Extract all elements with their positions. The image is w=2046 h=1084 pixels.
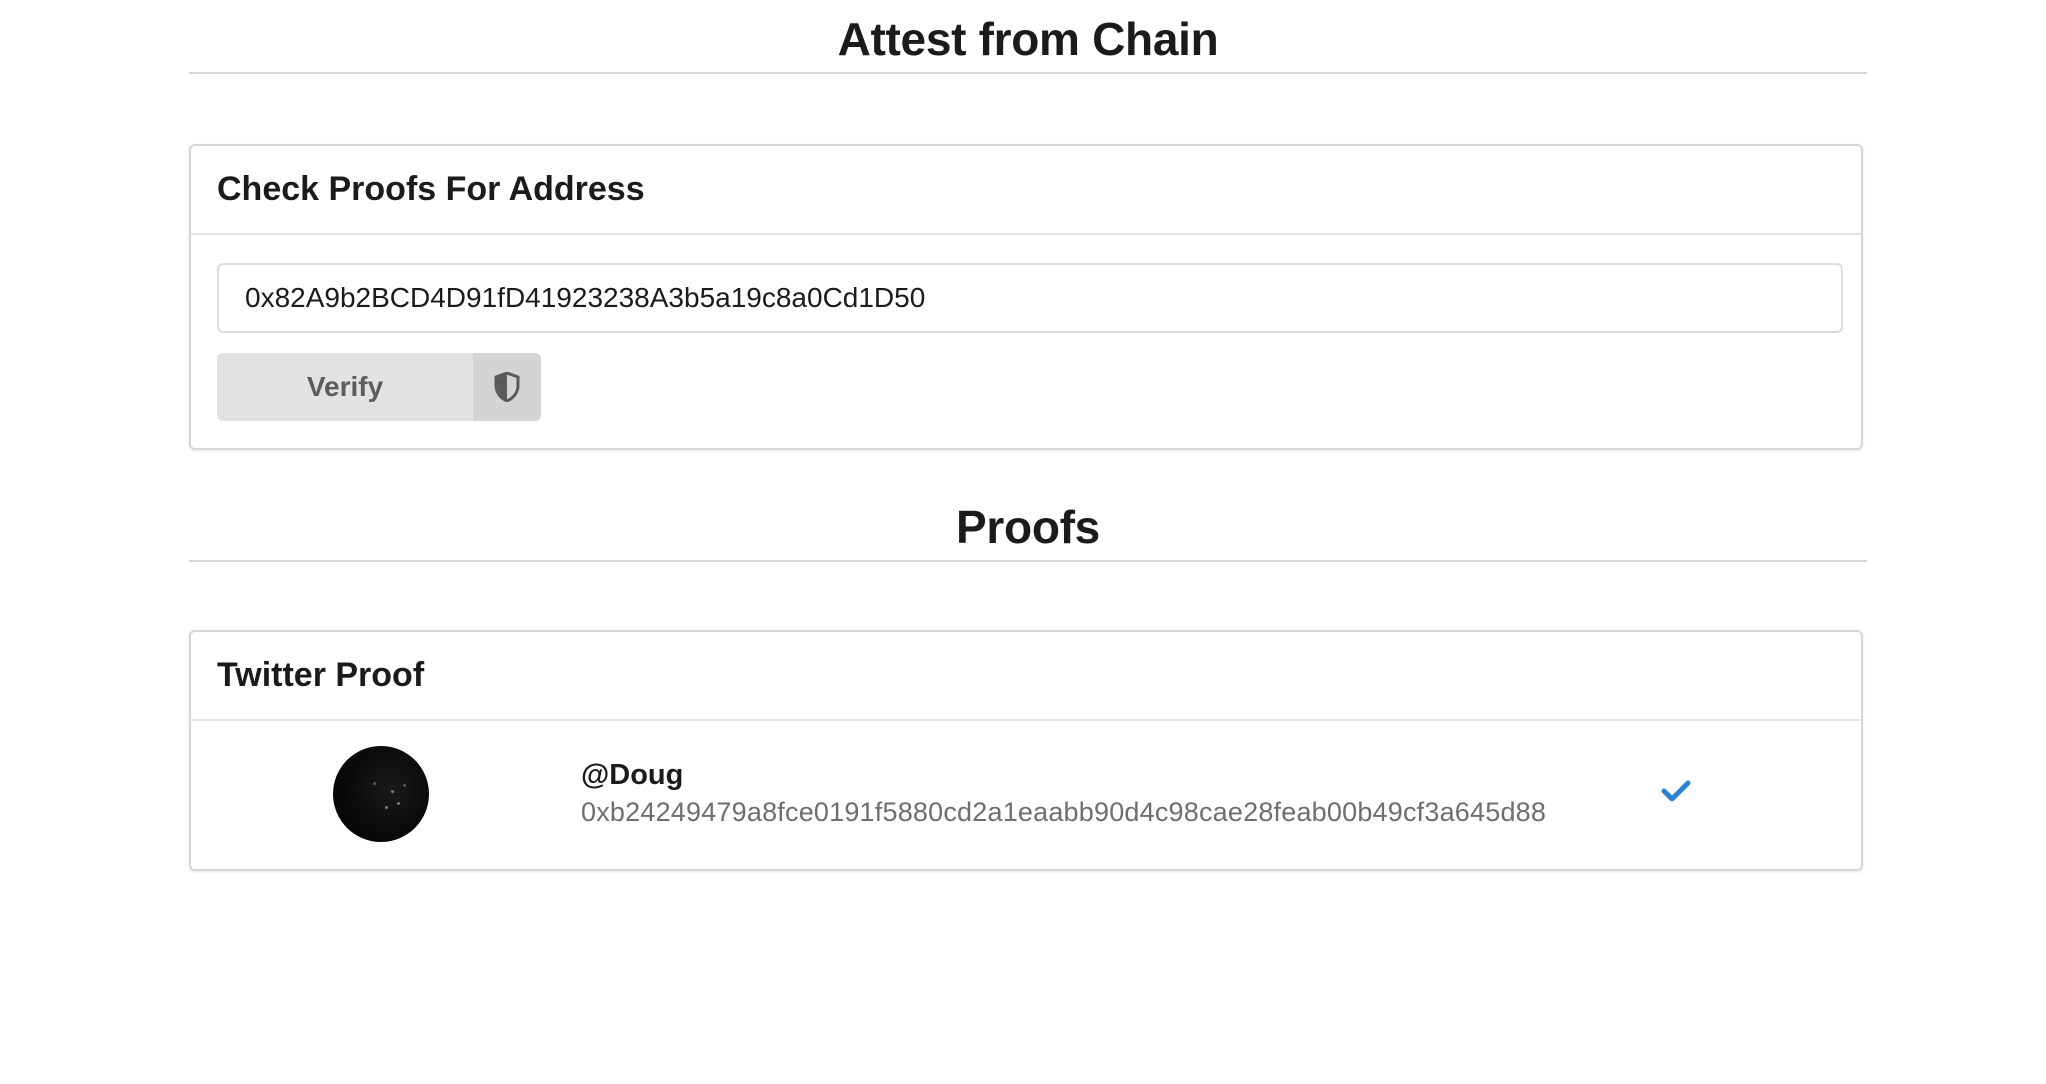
page: Attest from Chain Check Proofs For Addre… — [0, 0, 2046, 1084]
proofs-heading-wrap: Proofs — [189, 504, 1867, 562]
verify-button[interactable]: Verify — [217, 353, 473, 421]
check-icon — [1661, 780, 1691, 802]
verify-button-group[interactable]: Verify — [217, 353, 541, 421]
check-proofs-card-title: Check Proofs For Address — [191, 146, 1861, 235]
page-title: Attest from Chain — [189, 16, 1867, 74]
list-item: @Doug 0xb24249479a8fce0191f5880cd2a1eaab… — [191, 721, 1861, 871]
check-proofs-card: Check Proofs For Address Verify — [189, 144, 1863, 450]
avatar — [333, 746, 429, 842]
address-input[interactable] — [217, 263, 1843, 333]
proof-handle: @Doug — [581, 759, 684, 791]
shield-icon-svg — [494, 372, 520, 402]
shield-icon[interactable] — [473, 353, 541, 421]
proof-hash: 0xb24249479a8fce0191f5880cd2a1eaabb90d4c… — [581, 797, 1547, 827]
twitter-proof-card: Twitter Proof @Doug 0xb24249479a8fce0191… — [189, 630, 1863, 871]
attest-heading-wrap: Attest from Chain — [189, 16, 1867, 74]
twitter-proof-card-title: Twitter Proof — [191, 632, 1861, 721]
proofs-heading: Proofs — [189, 504, 1867, 562]
